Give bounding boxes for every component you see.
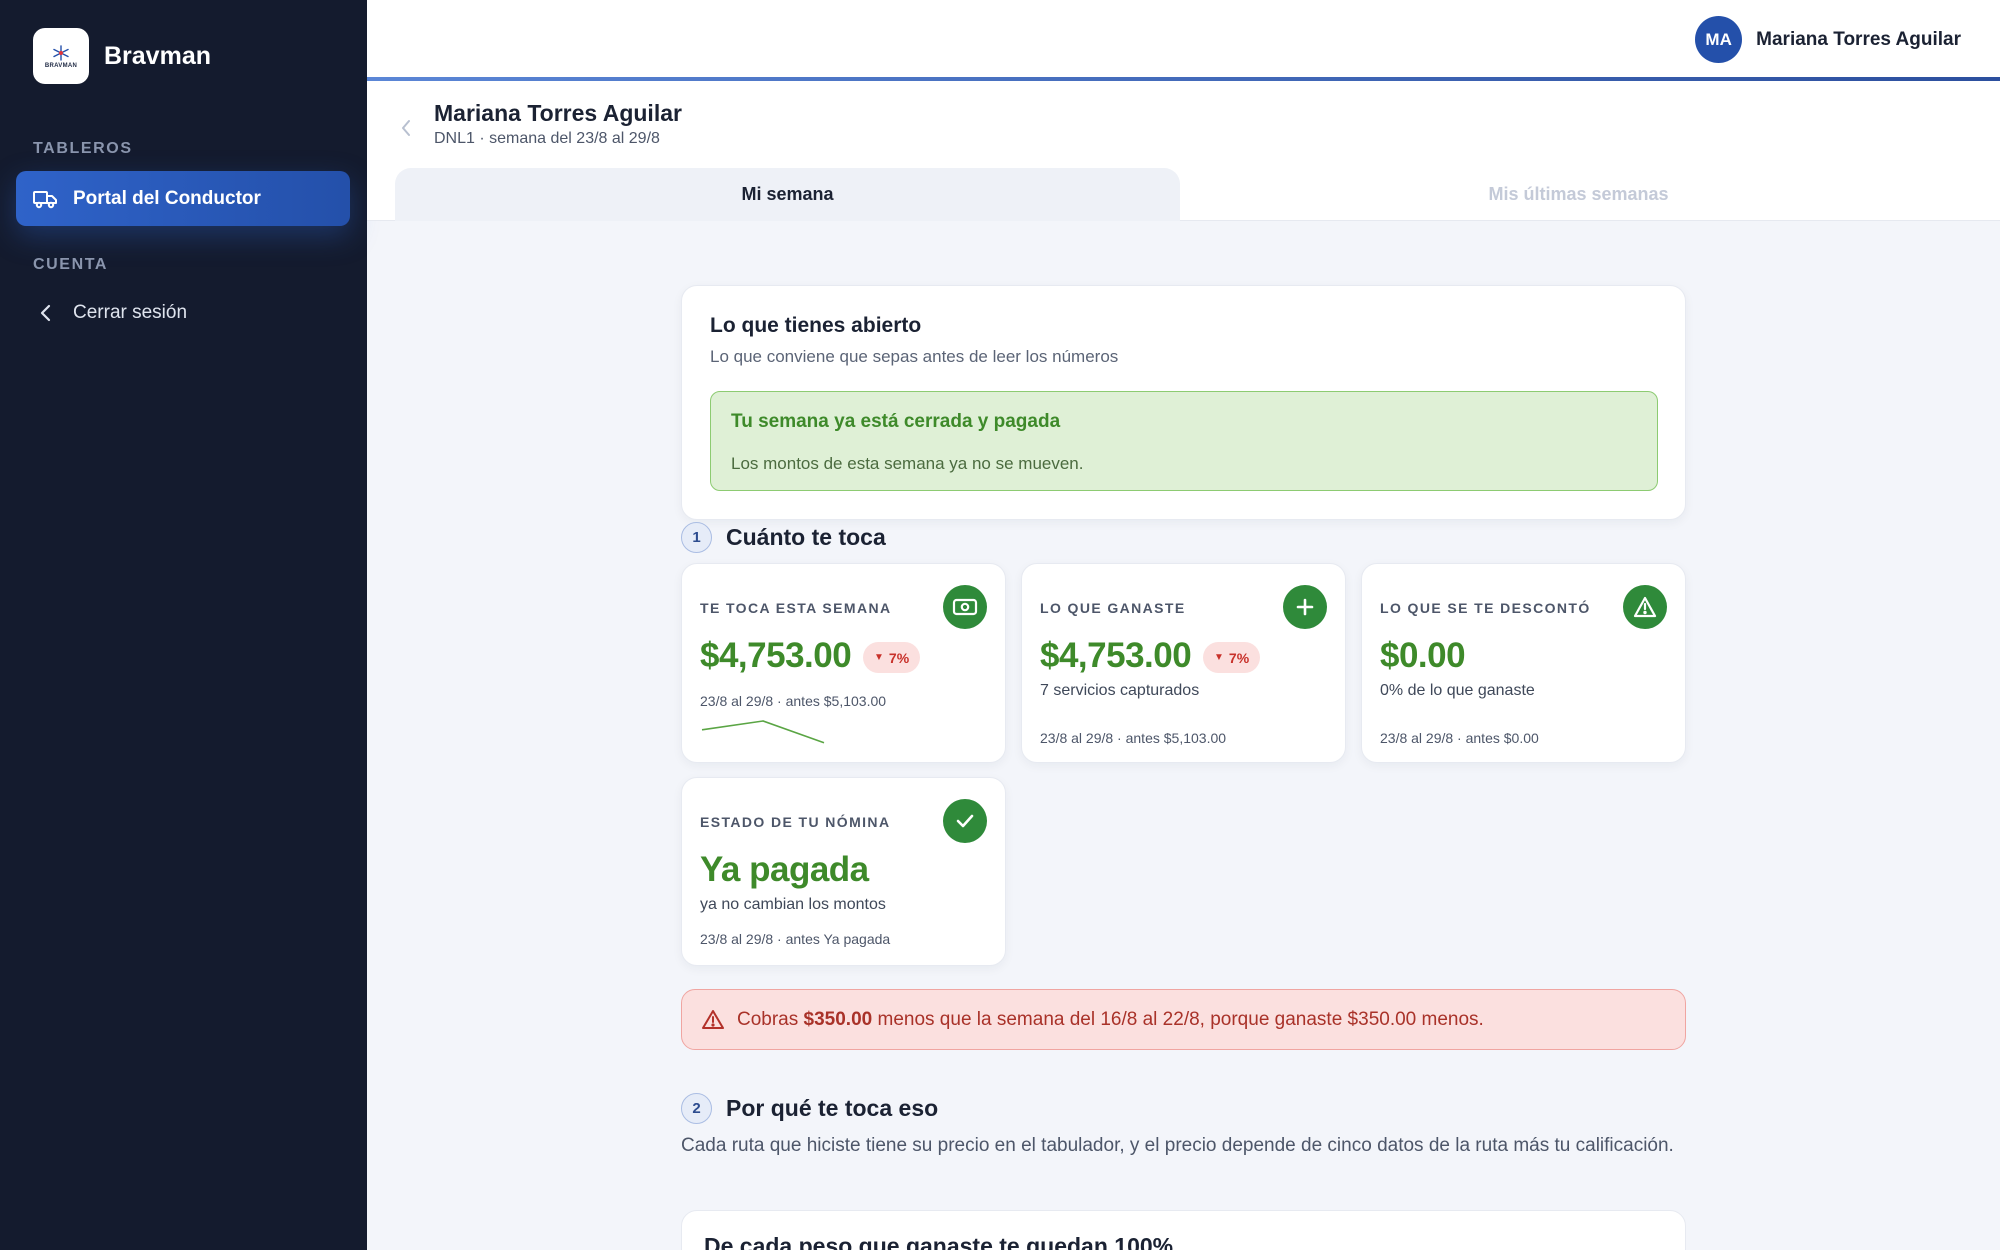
card-title: De cada peso que ganaste te quedan 100% [704,1233,1174,1250]
section-number: 1 [681,522,712,553]
metric-card-deductions: LO QUE SE TE DESCONTÓ $0.00 0% de lo que… [1361,563,1686,763]
sidebar-item-label: Portal del Conductor [73,187,261,209]
metric-card-pay-this-week: TE TOCA ESTA SEMANA $4,753.00 ▼ 7% 23/8 … [681,563,1006,763]
top-bar: MA Mariana Torres Aguilar [367,0,2000,79]
brand[interactable]: BRAVMAN Bravman [33,28,211,84]
sparkline-series [701,720,825,744]
check-icon [943,799,987,843]
metric-value: $4,753.00 [1040,636,1192,675]
section-title: Por qué te toca eso [726,1095,939,1121]
change-value: 7% [888,649,910,666]
metric-subtext: 0% de lo que ganaste [1380,682,1535,699]
alert-amount: $350.00 [803,1008,873,1030]
snowflake-icon [53,44,69,61]
arrow-down-icon: ▼ [874,652,884,663]
metric-value: $4,753.00 [700,636,852,675]
user-name: Mariana Torres Aguilar [1756,28,1961,50]
metric-value: $0.00 [1380,636,1466,675]
card-subtitle: Lo que conviene que sepas antes de leer … [710,347,1119,366]
notice-title: Tu semana ya está cerrada y pagada [731,411,1061,432]
card-title: Lo que tienes abierto [710,314,922,337]
section-title: Cuánto te toca [726,524,886,550]
open-items-card: Lo que tienes abierto Lo que conviene qu… [681,285,1686,520]
plus-icon [1283,585,1327,629]
money-icon [943,585,987,629]
comparison-alert: Cobras $350.00 menos que la semana del 1… [681,989,1686,1050]
notice-text: Los montos de esta semana ya no se mueve… [731,454,1084,473]
alert-text: Cobras $350.00 menos que la semana del 1… [737,1008,1484,1030]
sidebar-item-logout[interactable]: Cerrar sesión [16,290,350,335]
metric-footer: 23/8 al 29/8 · antes $5,103.00 [700,693,887,709]
section-description: Cada ruta que hiciste tiene su precio en… [681,1135,1674,1156]
metric-footer: 23/8 al 29/8 · antes $0.00 [1380,730,1539,746]
sidebar-item-driver-portal[interactable]: Portal del Conductor [16,171,350,226]
sidebar: BRAVMAN Bravman TABLEROS Portal del Cond… [0,0,367,1250]
metric-subtext: ya no cambian los montos [700,896,886,913]
metric-card-earned: LO QUE GANASTE $4,753.00 ▼ 7% 7 servicio… [1021,563,1346,763]
brand-name: Bravman [104,41,211,70]
logo-text: BRAVMAN [44,62,78,69]
page-title: Mariana Torres Aguilar [434,100,682,126]
page-subtitle: DNL1 · semana del 23/8 al 29/8 [434,130,660,147]
warning-icon [1623,585,1667,629]
tab-my-last-weeks[interactable]: Mis últimas semanas [1185,168,1972,221]
metric-value: Ya pagada [700,850,869,889]
avatar: MA [1695,16,1743,63]
earnings-share-card: De cada peso que ganaste te quedan 100% [681,1210,1686,1250]
warning-icon [702,1009,724,1029]
week-closed-notice: Tu semana ya está cerrada y pagada Los m… [710,391,1658,491]
metric-label: LO QUE GANASTE [1040,600,1186,616]
section-label-dashboards: TABLEROS [33,140,133,157]
sparkline-chart [701,720,825,744]
section-label-account: CUENTA [33,256,109,273]
brand-logo: BRAVMAN [33,28,89,84]
arrow-down-icon: ▼ [1214,652,1224,663]
chevron-left-icon [33,300,59,326]
back-button[interactable] [396,113,416,143]
truck-icon [33,186,59,212]
metric-card-payroll-status: ESTADO DE TU NÓMINA Ya pagada ya no camb… [681,777,1006,966]
metric-label: ESTADO DE TU NÓMINA [700,814,891,830]
change-badge: ▼ 7% [863,642,921,673]
section-number: 2 [681,1093,712,1124]
metric-subtext: 7 servicios capturados [1040,682,1200,699]
sidebar-item-label: Cerrar sesión [73,301,188,323]
change-badge: ▼ 7% [1203,642,1261,673]
metric-footer: 23/8 al 29/8 · antes $5,103.00 [1040,730,1227,746]
user-menu[interactable]: MA Mariana Torres Aguilar [1695,16,1961,63]
metric-footer: 23/8 al 29/8 · antes Ya pagada [700,931,891,947]
metric-label: TE TOCA ESTA SEMANA [700,600,892,616]
change-value: 7% [1228,649,1250,666]
metric-label: LO QUE SE TE DESCONTÓ [1380,600,1591,616]
tab-my-week[interactable]: Mi semana [395,168,1180,221]
chevron-left-icon [402,120,410,136]
